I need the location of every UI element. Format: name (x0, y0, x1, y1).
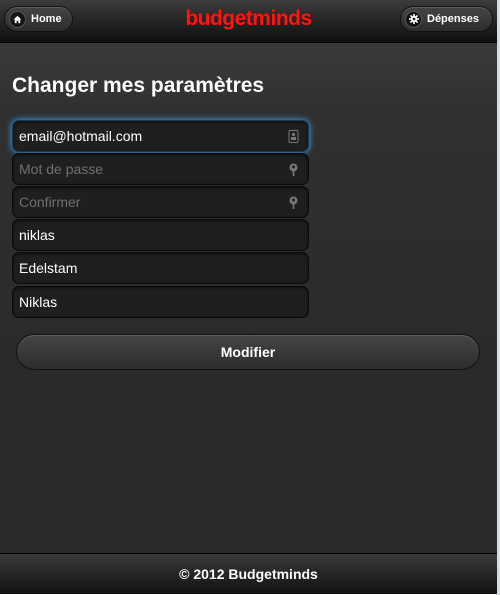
contact-icon (288, 130, 299, 143)
key-icon (289, 196, 298, 209)
password-field[interactable] (12, 153, 309, 185)
email-input[interactable] (13, 121, 308, 151)
settings-panel: Changer mes paramètres email@hotmail.com… (0, 43, 497, 391)
username-field[interactable] (12, 219, 309, 251)
firstname-input[interactable] (13, 287, 308, 317)
confirm-password-input[interactable] (13, 187, 308, 217)
page-title: Changer mes paramètres (12, 74, 265, 97)
depenses-button-label: Dépenses (427, 13, 479, 25)
copyright-text: © 2012 Budgetminds (179, 566, 318, 582)
modify-button-label: Modifier (220, 344, 276, 360)
footer-bar: © 2012 Budgetminds (0, 553, 497, 594)
key-icon (289, 163, 298, 176)
email-field[interactable] (12, 120, 309, 152)
app-page: Home budgetminds Dépenses Changer mes pa… (0, 0, 497, 594)
gear-icon (406, 11, 421, 27)
depenses-button[interactable]: Dépenses (400, 6, 493, 32)
header-bar: Home budgetminds Dépenses (0, 0, 497, 43)
password-input[interactable] (13, 154, 308, 184)
firstname-field[interactable] (12, 286, 309, 318)
lastname-input[interactable] (13, 253, 308, 283)
confirm-password-field[interactable] (12, 186, 309, 218)
username-input[interactable] (13, 220, 308, 250)
lastname-field[interactable] (12, 252, 309, 284)
modify-button[interactable]: Modifier (16, 334, 480, 370)
